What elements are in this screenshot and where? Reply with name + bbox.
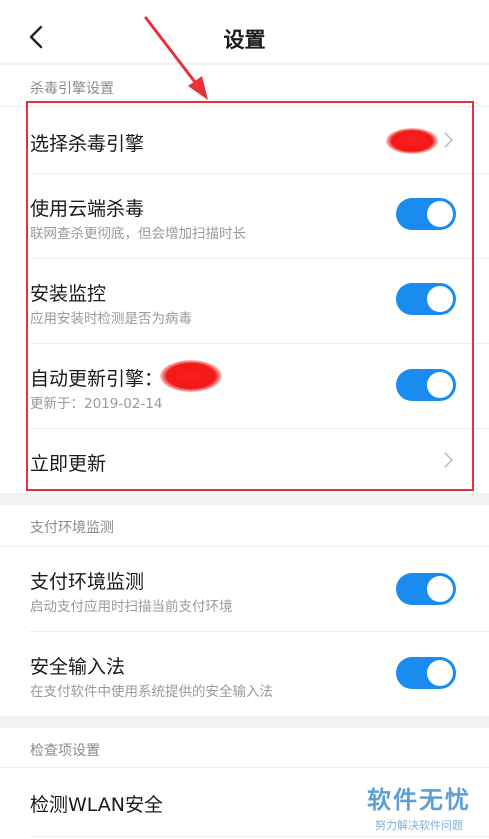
toggle-knob: [427, 201, 453, 227]
section-label-checks: 检查项设置: [30, 743, 100, 759]
watermark-title: 软件无忧: [367, 786, 471, 814]
section-gap: [0, 493, 489, 505]
section-label-engine: 杀毒引擎设置: [30, 81, 114, 97]
toggle-knob: [427, 372, 453, 398]
row-title: 检测WLAN安全: [30, 794, 164, 816]
row-title: 使用云端杀毒: [30, 198, 145, 220]
page-title: 设置: [223, 28, 266, 52]
row-title: 安装监控: [30, 283, 107, 305]
chevron-right-icon: [444, 132, 454, 148]
install-monitor-row: 安装监控 应用安装时检测是否为病毒: [0, 259, 489, 343]
cloud-scan-toggle[interactable]: [396, 198, 456, 230]
toggle-knob: [427, 660, 453, 686]
divider: [30, 836, 489, 837]
redaction-scribble: [386, 128, 438, 154]
toggle-knob: [427, 286, 453, 312]
payment-monitor-row: 支付环境监测 启动支付应用时扫描当前支付环境: [0, 547, 489, 631]
row-title: 支付环境监测: [30, 571, 145, 593]
row-subtitle: 联网查杀更彻底，但会增加扫描时长: [30, 226, 246, 242]
section-gap: [0, 716, 489, 728]
secure-input-toggle[interactable]: [396, 657, 456, 689]
row-title: 选择杀毒引擎: [30, 133, 145, 155]
auto-update-toggle[interactable]: [396, 369, 456, 401]
row-subtitle: 在支付软件中使用系统提供的安全输入法: [30, 684, 273, 700]
install-monitor-toggle[interactable]: [396, 283, 456, 315]
toggle-knob: [427, 576, 453, 602]
cloud-scan-row: 使用云端杀毒 联网查杀更彻底，但会增加扫描时长: [0, 174, 489, 258]
secure-input-row: 安全输入法 在支付软件中使用系统提供的安全输入法: [0, 632, 489, 716]
chevron-right-icon: [444, 452, 454, 468]
row-subtitle: 应用安装时检测是否为病毒: [30, 311, 192, 327]
payment-monitor-toggle[interactable]: [396, 573, 456, 605]
watermark-subtitle: 努力解决软件问题: [375, 819, 463, 832]
row-title: 立即更新: [30, 453, 107, 475]
header: 设置: [0, 0, 489, 70]
row-subtitle: 更新于：2019-02-14: [30, 396, 163, 412]
redaction-scribble: [160, 360, 222, 392]
watermark: 软件无忧 努力解决软件问题: [367, 780, 471, 833]
auto-update-row: 自动更新引擎： 更新于：2019-02-14: [0, 344, 489, 428]
row-title: 自动更新引擎：: [30, 368, 164, 390]
section-label-payment: 支付环境监测: [30, 520, 114, 536]
header-divider: [0, 62, 489, 65]
annotation-arrow-icon: [144, 16, 208, 100]
update-now-row[interactable]: 立即更新: [0, 429, 489, 491]
row-subtitle: 启动支付应用时扫描当前支付环境: [30, 599, 233, 615]
row-title: 安全输入法: [30, 656, 126, 678]
